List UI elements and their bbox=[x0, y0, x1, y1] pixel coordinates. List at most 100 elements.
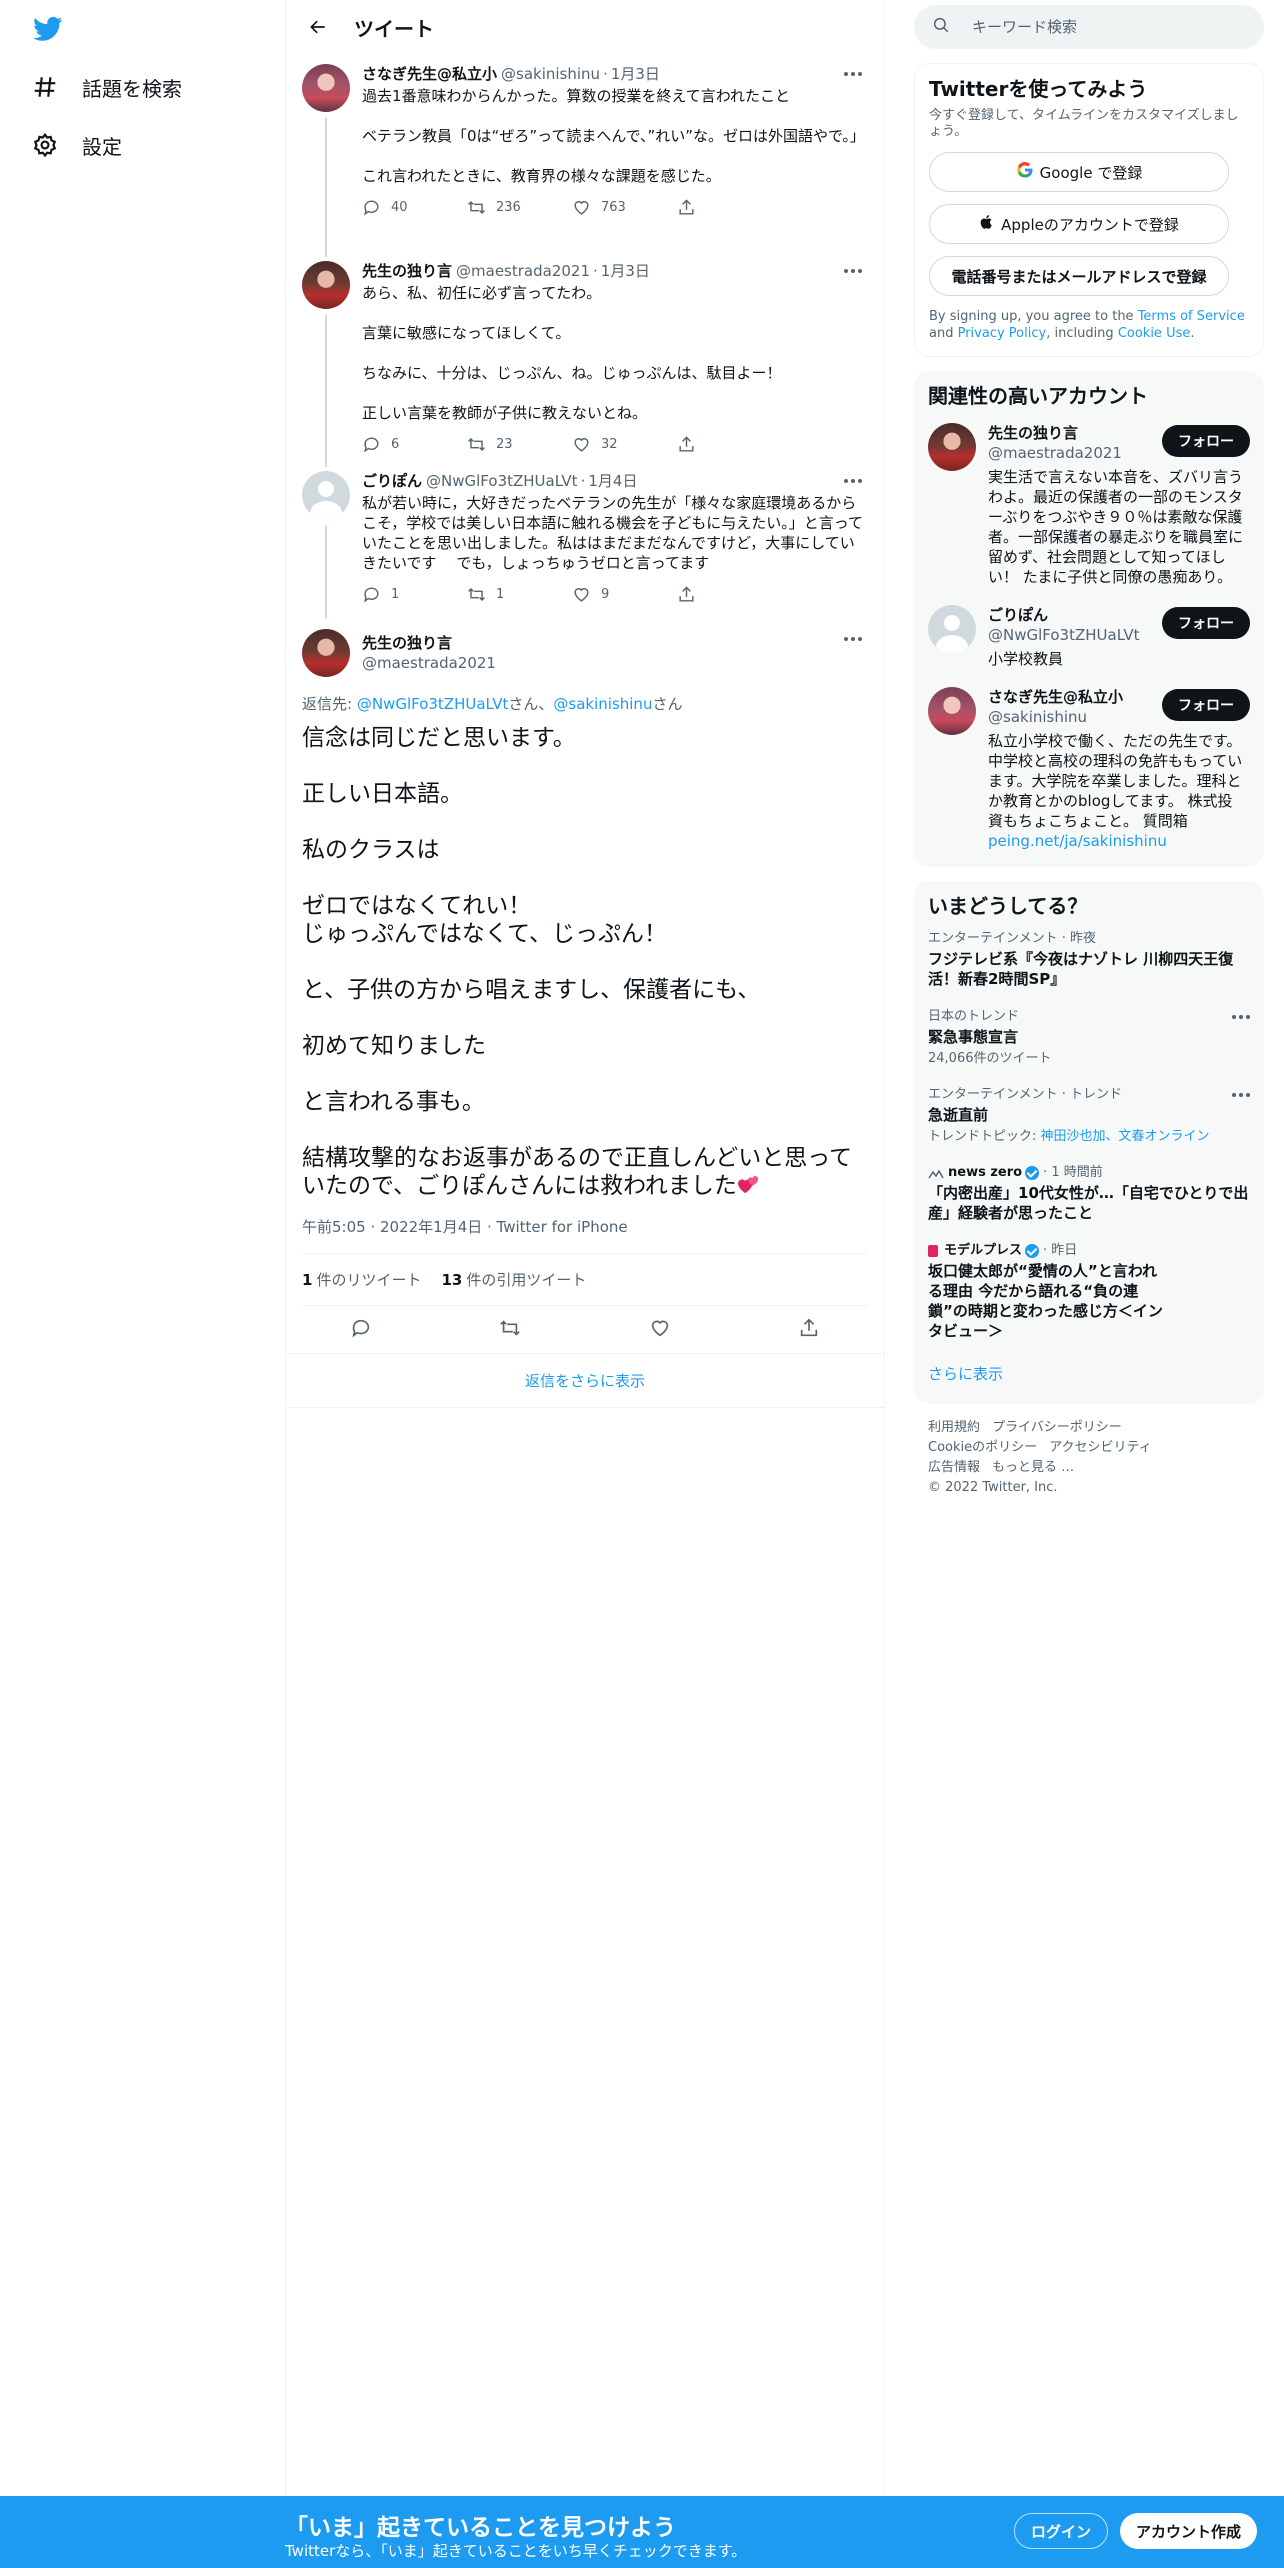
phone-email-signup-button[interactable]: 電話番号またはメールアドレスで登録 bbox=[929, 256, 1229, 296]
login-button[interactable]: ログイン bbox=[1014, 2513, 1109, 2549]
tweet-author-handle[interactable]: @maestrada2021 bbox=[362, 653, 496, 673]
news-item[interactable]: モデルプレス · 昨日 坂口健太郎が“愛情の人”と言われる理由 今だから語れる“… bbox=[914, 1233, 1264, 1351]
quote-stat[interactable]: 13 件の引用ツイート bbox=[441, 1269, 586, 1290]
tweet-author-name[interactable]: さなぎ先生@私立小 bbox=[362, 64, 497, 84]
tweet[interactable]: 先生の独り言 @maestrada2021 · 1月3日 あら、私、初任に必ず言… bbox=[286, 251, 884, 461]
like-button[interactable]: 763 bbox=[572, 198, 677, 217]
footer-link[interactable]: Cookieのポリシー bbox=[928, 1438, 1037, 1458]
share-button[interactable] bbox=[677, 198, 782, 217]
reply-to-link[interactable]: @sakinishinu bbox=[553, 695, 652, 713]
left-navigation: 話題を検索 設定 bbox=[0, 0, 285, 2496]
tweet-timestamp[interactable]: 午前5:05 · 2022年1月4日 · Twitter for iPhone bbox=[302, 1216, 868, 1254]
footer-link[interactable]: プライバシーポリシー bbox=[992, 1418, 1122, 1438]
verified-badge-icon bbox=[1025, 1166, 1040, 1180]
follow-button[interactable]: フォロー bbox=[1162, 607, 1250, 639]
quote-stat-label: 件の引用ツイート bbox=[466, 1271, 587, 1289]
trend-item[interactable]: エンターテインメント · 昨夜 フジテレビ系『今夜はナゾトレ 川柳四天王復活！新… bbox=[914, 921, 1264, 999]
avatar[interactable] bbox=[928, 687, 976, 735]
search-icon bbox=[932, 16, 972, 38]
follow-button[interactable]: フォロー bbox=[1162, 425, 1250, 457]
more-options-icon[interactable] bbox=[844, 633, 866, 645]
signup-title: Twitterを使ってみよう bbox=[929, 77, 1148, 101]
trend-item[interactable]: 日本のトレンド 緊急事態宣言 24,066件のツイート bbox=[914, 999, 1264, 1077]
avatar[interactable] bbox=[928, 423, 976, 471]
signup-button[interactable]: アカウント作成 bbox=[1120, 2513, 1258, 2549]
account-bio-link[interactable]: peing.net/ja/sakinishinu bbox=[988, 832, 1167, 850]
news-meta: モデルプレス · 昨日 bbox=[928, 1243, 1250, 1259]
reply-button[interactable]: 40 bbox=[362, 198, 467, 217]
search-bar[interactable] bbox=[914, 5, 1264, 49]
avatar[interactable] bbox=[302, 471, 350, 519]
like-button[interactable]: 9 bbox=[572, 585, 677, 604]
tweet-author-name[interactable]: ごりぽん bbox=[362, 471, 422, 491]
retweet-button[interactable]: 23 bbox=[467, 435, 572, 454]
retweet-stat-count: 1 bbox=[302, 1271, 313, 1289]
retweet-button[interactable]: 1 bbox=[467, 585, 572, 604]
thread-line bbox=[325, 315, 327, 461]
retweet-icon[interactable] bbox=[499, 1317, 521, 1343]
footer-link[interactable]: 広告情報 bbox=[928, 1458, 980, 1478]
avatar[interactable] bbox=[928, 605, 976, 653]
search-input[interactable] bbox=[972, 18, 1232, 36]
tweet-date[interactable]: 1月3日 bbox=[611, 64, 660, 84]
google-signup-button[interactable]: Google で登録 bbox=[929, 152, 1229, 192]
terms-of-service-link[interactable]: Terms of Service bbox=[1138, 309, 1245, 324]
tweet-actions: 40 236 763 bbox=[362, 198, 782, 217]
account-bio: 小学校教員 bbox=[988, 650, 1064, 668]
tweet[interactable]: さなぎ先生@私立小 @sakinishinu · 1月3日 過去1番意味わからん… bbox=[286, 54, 884, 254]
news-item[interactable]: news zero · 1 時間前 「内密出産」10代女性が…「自宅でひとりで出… bbox=[914, 1155, 1264, 1233]
reply-button[interactable]: 1 bbox=[362, 585, 467, 604]
tweet[interactable]: ごりぽん @NwGlFo3tZHUaLVt · 1月4日 私が若い時に，大好きだ… bbox=[286, 461, 884, 619]
twitter-bird-icon[interactable] bbox=[30, 14, 66, 44]
account-item[interactable]: 先生の独り言 @maestrada2021 実生活で言えない本音を、ズバリ言うわ… bbox=[914, 411, 1264, 593]
heart-icon[interactable] bbox=[649, 1317, 671, 1343]
back-arrow-icon[interactable] bbox=[302, 11, 334, 43]
cookie-use-link[interactable]: Cookie Use bbox=[1118, 326, 1191, 341]
share-button[interactable] bbox=[677, 435, 782, 454]
retweet-stat[interactable]: 1 件のリツイート bbox=[302, 1269, 421, 1290]
account-item[interactable]: ごりぽん @NwGlFo3tZHUaLVt 小学校教員 フォロー bbox=[914, 593, 1264, 675]
tweet-author-handle[interactable]: @maestrada2021 bbox=[456, 261, 590, 281]
avatar[interactable] bbox=[302, 629, 350, 677]
nav-item-explore[interactable]: 話題を検索 bbox=[30, 67, 182, 107]
terms-text: By signing up, you agree to the bbox=[929, 309, 1138, 324]
apple-signup-button[interactable]: Appleのアカウントで登録 bbox=[929, 204, 1229, 244]
tweet-actions: 1 1 9 bbox=[362, 585, 782, 604]
more-options-icon[interactable] bbox=[844, 475, 866, 487]
footer-link[interactable]: もっと見る … bbox=[992, 1458, 1074, 1478]
tweet-author-name[interactable]: 先生の独り言 bbox=[362, 261, 452, 281]
tweet-date[interactable]: 1月4日 bbox=[588, 471, 637, 491]
tweet-author-name[interactable]: 先生の独り言 bbox=[362, 633, 496, 653]
avatar[interactable] bbox=[302, 64, 350, 112]
like-button[interactable]: 32 bbox=[572, 435, 677, 454]
footer-link[interactable]: 利用規約 bbox=[928, 1418, 980, 1438]
reply-button[interactable]: 6 bbox=[362, 435, 467, 454]
copyright: © 2022 Twitter, Inc. bbox=[928, 1480, 1058, 1495]
thread-line bbox=[325, 525, 327, 619]
account-item[interactable]: さなぎ先生@私立小 @sakinishinu 私立小学校で働く、ただの先生です。… bbox=[914, 675, 1264, 857]
footer-link[interactable]: アクセシビリティ bbox=[1049, 1438, 1152, 1458]
more-options-icon[interactable] bbox=[844, 265, 866, 277]
more-options-icon[interactable] bbox=[1232, 1093, 1250, 1097]
trend-topics-link[interactable]: 神田沙也加、文春オンライン bbox=[1041, 1129, 1210, 1144]
show-more-replies-link[interactable]: 返信をさらに表示 bbox=[286, 1354, 884, 1408]
nav-item-settings[interactable]: 設定 bbox=[30, 125, 122, 165]
trend-item[interactable]: エンターテインメント · トレンド 急逝直前 トレンドトピック: 神田沙也加、文… bbox=[914, 1077, 1264, 1155]
more-options-icon[interactable] bbox=[1232, 1015, 1250, 1019]
show-more-trends-link[interactable]: さらに表示 bbox=[914, 1351, 1264, 1404]
share-button[interactable] bbox=[677, 585, 782, 604]
tweet-author-handle[interactable]: @sakinishinu bbox=[501, 64, 600, 84]
retweet-button[interactable]: 236 bbox=[467, 198, 572, 217]
avatar[interactable] bbox=[302, 261, 350, 309]
reply-icon[interactable] bbox=[350, 1317, 372, 1343]
more-options-icon[interactable] bbox=[844, 68, 866, 80]
follow-button[interactable]: フォロー bbox=[1162, 689, 1250, 721]
share-icon[interactable] bbox=[798, 1317, 820, 1343]
reply-to-link[interactable]: @NwGlFo3tZHUaLVt bbox=[357, 695, 509, 713]
privacy-policy-link[interactable]: Privacy Policy bbox=[958, 326, 1047, 341]
tweet-date[interactable]: 1月3日 bbox=[601, 261, 650, 281]
tweet-author-handle[interactable]: @NwGlFo3tZHUaLVt bbox=[426, 471, 578, 491]
trend-topics: トレンドトピック: 神田沙也加、文春オンライン bbox=[928, 1129, 1250, 1145]
retweet-icon bbox=[468, 437, 485, 452]
terms-text: . bbox=[1190, 326, 1195, 341]
